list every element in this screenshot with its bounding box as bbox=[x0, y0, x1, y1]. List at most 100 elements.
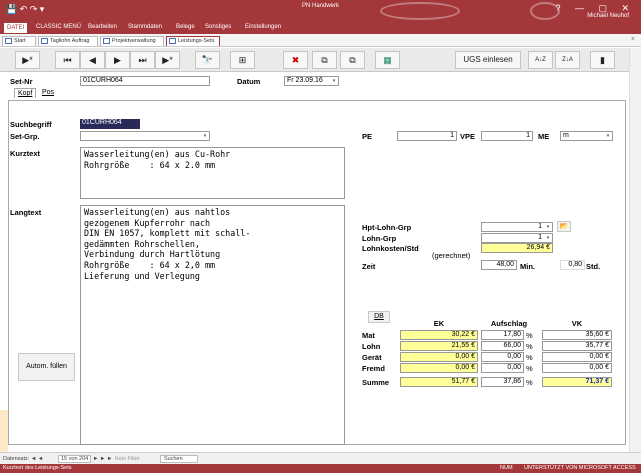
menu-datei[interactable]: DATEI bbox=[4, 23, 28, 33]
status-text: Kurztext des Leistungs-Sets bbox=[3, 465, 72, 471]
tab-projektverwaltung[interactable]: Projektverwaltung bbox=[100, 36, 164, 46]
percent-sign: % bbox=[526, 378, 533, 387]
me-label: ME bbox=[538, 132, 550, 141]
set-grp-label: Set-Grp. bbox=[10, 132, 40, 141]
vk-value[interactable]: 0,00 € bbox=[542, 363, 612, 373]
chevron-down-icon[interactable]: ▾ bbox=[544, 223, 552, 231]
lohnkosten-field: 26,94 € bbox=[481, 243, 553, 253]
std-unit-label: Std. bbox=[586, 262, 601, 271]
autom-fuellen-button[interactable]: Autom. füllen bbox=[18, 353, 75, 381]
record-navigation-bar: Datensatz: ◄ ◄ 15 von 204 ► ► ► Kein Fil… bbox=[0, 452, 641, 464]
sort-asc-button[interactable]: A↓Z bbox=[528, 51, 553, 69]
next-record-button[interactable]: ▶ bbox=[105, 51, 130, 69]
row-label: Summe bbox=[362, 378, 390, 387]
prev-record-button[interactable]: ◀ bbox=[80, 51, 105, 69]
close-form-button[interactable]: ▮ bbox=[590, 51, 615, 69]
copy-button[interactable]: ⧉ bbox=[312, 51, 337, 69]
menu-bearbeiten[interactable]: Bearbeiten bbox=[88, 24, 117, 30]
close-tab-icon[interactable]: × bbox=[631, 36, 635, 43]
window-title: PN Handwerk bbox=[302, 3, 340, 9]
vk-value[interactable]: 35,60 € bbox=[542, 330, 612, 340]
row-label: Fremd bbox=[362, 364, 385, 373]
delete-button[interactable]: ✖ bbox=[283, 51, 308, 69]
aufschlag-value[interactable]: 0,00 bbox=[481, 352, 524, 362]
subtab-pos[interactable]: Pos bbox=[42, 89, 54, 96]
langtext-textarea[interactable]: Wasserleitung(en) aus nahtlos gezogenem … bbox=[80, 205, 345, 445]
tab-leistungs-sets[interactable]: Leistungs-Sets bbox=[166, 36, 220, 46]
menu-sonstiges[interactable]: Sonstiges bbox=[205, 24, 231, 30]
new-record-end-button[interactable]: ▶* bbox=[155, 51, 180, 69]
user-name[interactable]: Michael Neuhof bbox=[587, 13, 629, 19]
ek-header: EK bbox=[433, 319, 445, 328]
chevron-down-icon[interactable]: ▾ bbox=[544, 234, 552, 242]
db-button[interactable]: DB bbox=[368, 311, 390, 323]
ek-value: 21,55 € bbox=[400, 341, 478, 351]
last-record-button[interactable]: ⏭ bbox=[130, 51, 155, 69]
set-nr-field[interactable]: 01CURH064 bbox=[80, 76, 210, 86]
first-record-button[interactable]: ⏮ bbox=[55, 51, 80, 69]
vpe-field[interactable]: 1 bbox=[481, 131, 533, 141]
ribbon-menu: DATEI CLASSIC MENÜ Bearbeiten Stammdaten… bbox=[0, 22, 641, 34]
aufschlag-summe: 37,86 bbox=[481, 377, 524, 387]
aufschlag-value[interactable]: 66,00 bbox=[481, 341, 524, 351]
ek-summe: 51,77 € bbox=[400, 377, 478, 387]
pe-label: PE bbox=[362, 132, 373, 141]
side-indicator bbox=[0, 410, 8, 452]
excel-export-button[interactable]: ⊞ bbox=[230, 51, 255, 69]
vertical-scrollbar[interactable] bbox=[629, 48, 641, 452]
folder-icon[interactable]: 📂 bbox=[557, 221, 571, 232]
pe-field[interactable]: 1 bbox=[397, 131, 457, 141]
suchbegriff-field[interactable]: 01CURH064 bbox=[80, 119, 140, 129]
ugs-einlesen-button[interactable]: UGS einlesen bbox=[455, 51, 521, 69]
chevron-down-icon[interactable]: ▾ bbox=[201, 132, 209, 140]
menu-stammdaten[interactable]: Stammdaten bbox=[128, 24, 162, 30]
vk-value[interactable]: 35,77 € bbox=[542, 341, 612, 351]
row-label: Gerät bbox=[362, 353, 382, 362]
zeit-std-field: 0,80 bbox=[560, 260, 585, 270]
lohnkosten-label: Lohnkosten/Std bbox=[362, 244, 419, 253]
percent-sign: % bbox=[526, 353, 533, 362]
tab-start[interactable]: Start bbox=[2, 36, 36, 46]
set-grp-dropdown[interactable]: ▾ bbox=[80, 131, 210, 141]
kurztext-textarea[interactable]: Wasserleitung(en) aus Cu-Rohr Rohrgröße … bbox=[80, 147, 345, 199]
vk-header: VK bbox=[571, 319, 583, 328]
title-bar: 💾 ↶ ↷ ▾ PN Handwerk ? — ▢ ✕ Michael Neuh… bbox=[0, 0, 641, 22]
menu-einstellungen[interactable]: Einstellungen bbox=[245, 24, 281, 30]
menu-belege[interactable]: Belege bbox=[176, 24, 195, 30]
filter-indicator[interactable]: Kein Filter bbox=[115, 456, 140, 462]
set-nr-label: Set-Nr bbox=[10, 77, 33, 86]
chevron-down-icon[interactable]: ▾ bbox=[604, 132, 612, 140]
vk-value[interactable]: 0,00 € bbox=[542, 352, 612, 362]
aufschlag-value[interactable]: 0,00 bbox=[481, 363, 524, 373]
form-icon bbox=[103, 38, 110, 44]
quick-access-toolbar[interactable]: 💾 ↶ ↷ ▾ bbox=[6, 4, 44, 15]
record-nav-buttons[interactable]: ► ► ► bbox=[93, 456, 112, 462]
me-dropdown[interactable]: m ▾ bbox=[560, 131, 613, 141]
green-grid-button[interactable]: ▦ bbox=[375, 51, 400, 69]
zeit-label: Zeit bbox=[362, 262, 376, 271]
aufschlag-value[interactable]: 17,80 bbox=[481, 330, 524, 340]
paste-button[interactable]: ⧉ bbox=[340, 51, 365, 69]
min-unit-label: Min. bbox=[520, 262, 535, 271]
num-indicator: NUM bbox=[500, 465, 513, 471]
ek-value: 0,00 € bbox=[400, 363, 478, 373]
lohn-grp-dropdown[interactable]: 1 ▾ bbox=[481, 233, 553, 243]
find-button[interactable]: 🔭 bbox=[195, 51, 220, 69]
form-icon bbox=[41, 38, 48, 44]
record-prefix[interactable]: Datensatz: ◄ ◄ bbox=[3, 456, 43, 462]
calendar-dropdown-icon[interactable]: ▾ bbox=[330, 77, 338, 85]
zeit-min-field[interactable]: 48,00 bbox=[481, 260, 517, 270]
status-bar: Kurztext des Leistungs-Sets NUM UNTERSTÜ… bbox=[0, 464, 641, 473]
document-tabs: Start Tagliohn Auftrag Projektverwaltung… bbox=[0, 34, 641, 47]
menu-classic[interactable]: CLASSIC MENÜ bbox=[36, 24, 81, 30]
search-box[interactable]: Suchen bbox=[160, 455, 198, 463]
tab-taglohn[interactable]: Tagliohn Auftrag bbox=[38, 36, 98, 46]
datum-field[interactable]: Fr 23.09.16 ▾ bbox=[284, 76, 339, 86]
row-label: Mat bbox=[362, 331, 375, 340]
sort-desc-button[interactable]: Z↓A bbox=[555, 51, 580, 69]
form-icon bbox=[169, 38, 176, 44]
hpt-lohn-grp-dropdown[interactable]: 1 ▾ bbox=[481, 222, 553, 232]
new-record-button[interactable]: ▶* bbox=[15, 51, 40, 69]
subtab-kopf[interactable]: Kopf bbox=[14, 88, 37, 98]
record-counter[interactable]: 15 von 204 bbox=[58, 455, 92, 463]
